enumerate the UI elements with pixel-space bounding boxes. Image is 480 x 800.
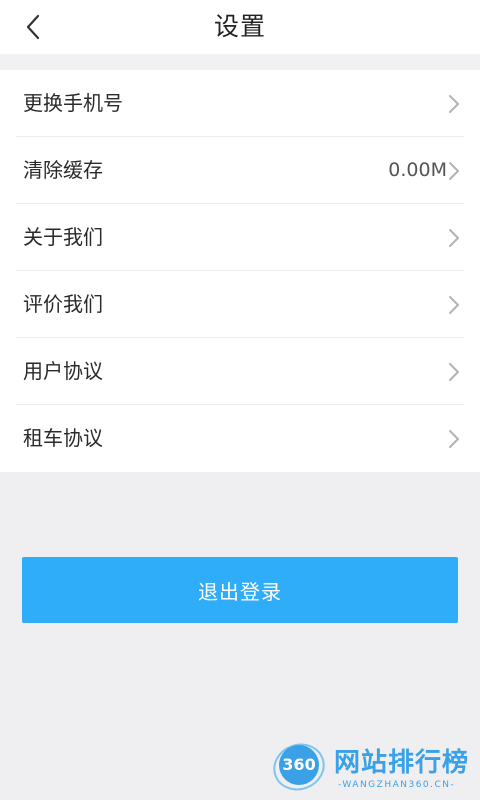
settings-item-user-agreement[interactable]: 用户协议	[0, 338, 480, 405]
watermark-badge-text: 360	[282, 755, 316, 774]
settings-item-clear-cache[interactable]: 清除缓存 0.00M	[0, 137, 480, 204]
chevron-right-icon	[449, 229, 459, 247]
cache-size-value: 0.00M	[388, 159, 447, 181]
settings-item-label: 租车协议	[23, 426, 103, 450]
chevron-right-icon	[449, 430, 459, 448]
header-bar: 设置	[0, 0, 480, 54]
settings-item-label: 关于我们	[23, 225, 103, 249]
watermark-title: 网站排行榜	[334, 748, 470, 778]
settings-page: 设置 更换手机号 清除缓存 0.00M 关于我们 评价我们 用户协议 租车协议 …	[0, 0, 480, 800]
page-title: 设置	[213, 12, 266, 41]
settings-list: 更换手机号 清除缓存 0.00M 关于我们 评价我们 用户协议 租车协议	[0, 70, 480, 472]
settings-item-change-phone[interactable]: 更换手机号	[0, 70, 480, 137]
settings-item-about-us[interactable]: 关于我们	[0, 204, 480, 271]
settings-item-rate-us[interactable]: 评价我们	[0, 271, 480, 338]
chevron-right-icon	[449, 296, 459, 314]
settings-item-label: 用户协议	[23, 359, 103, 383]
chevron-right-icon	[449, 162, 459, 180]
logout-button[interactable]: 退出登录	[22, 557, 458, 623]
settings-item-rental-agreement[interactable]: 租车协议	[0, 405, 480, 472]
chevron-right-icon	[449, 363, 459, 381]
watermark-logo: 360 网站排行榜 -WANGZHAN360.CN-	[268, 736, 478, 798]
section-gap	[0, 54, 480, 70]
settings-item-label: 清除缓存	[23, 158, 103, 182]
watermark-subtitle: -WANGZHAN360.CN-	[338, 780, 456, 790]
chevron-right-icon	[449, 95, 459, 113]
settings-item-label: 更换手机号	[23, 91, 123, 115]
settings-item-label: 评价我们	[23, 292, 103, 316]
